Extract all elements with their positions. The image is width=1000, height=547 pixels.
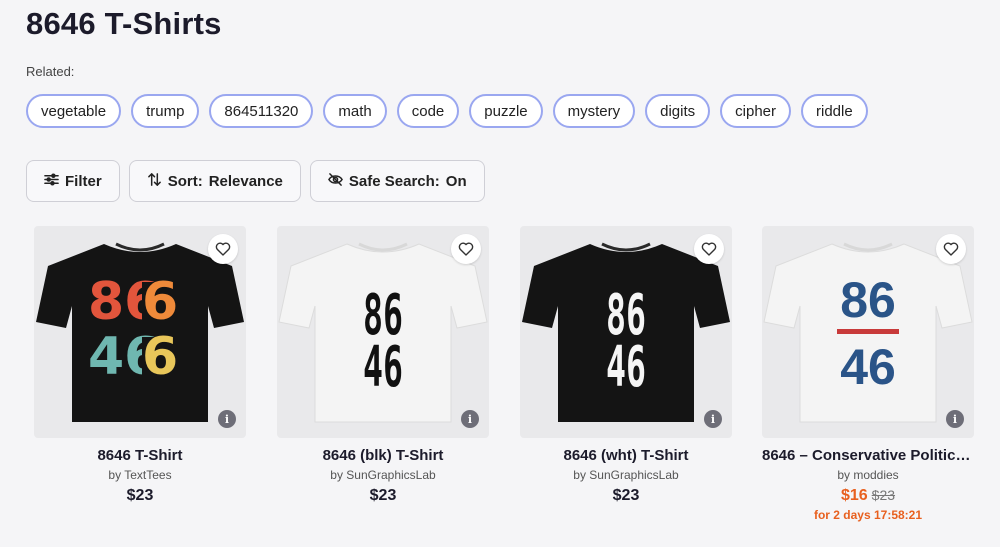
info-icon[interactable]: i xyxy=(946,410,964,428)
design-digit: 46 xyxy=(363,335,403,400)
safe-search-label: Safe Search: xyxy=(348,172,440,190)
design-digit: 46 xyxy=(606,335,646,400)
design-digit: 86 xyxy=(840,272,896,328)
safe-search-button[interactable]: Safe Search: On xyxy=(309,160,485,202)
product-image[interactable]: 86 46 i xyxy=(762,226,974,438)
heart-icon xyxy=(215,242,231,256)
product-artist[interactable]: by TextTees xyxy=(34,468,246,482)
product-artist[interactable]: by SunGraphicsLab xyxy=(520,468,732,482)
product-card[interactable]: 86 46 6 6 i 8646 T-Shirt by TextTees $23 xyxy=(34,226,246,505)
product-price: $16 $23 xyxy=(762,487,974,505)
sort-value: Relevance xyxy=(208,172,283,190)
original-price: $23 xyxy=(871,487,896,503)
svg-text:6: 6 xyxy=(142,327,178,387)
related-tags: vegetable trump 864511320 math code puzz… xyxy=(26,94,868,128)
product-image[interactable]: 86 46 i xyxy=(277,226,489,438)
product-artist[interactable]: by moddies xyxy=(762,468,974,482)
product-price: $23 xyxy=(126,487,154,504)
sort-button[interactable]: Sort: Relevance xyxy=(128,160,301,202)
product-card[interactable]: 86 46 i 8646 (wht) T-Shirt by SunGraphic… xyxy=(520,226,732,505)
related-tag[interactable]: puzzle xyxy=(469,94,543,128)
sort-label: Sort: xyxy=(167,172,203,190)
filter-label: Filter xyxy=(65,172,102,190)
product-title[interactable]: 8646 (wht) T-Shirt xyxy=(520,447,732,464)
product-image[interactable]: 86 46 i xyxy=(520,226,732,438)
product-card[interactable]: 86 46 i 8646 (blk) T-Shirt by SunGraphic… xyxy=(277,226,489,505)
info-icon[interactable]: i xyxy=(704,410,722,428)
product-card[interactable]: 86 46 i 8646 – Conservative Political...… xyxy=(762,226,974,522)
filter-button[interactable]: Filter xyxy=(26,160,120,202)
related-tag[interactable]: cipher xyxy=(720,94,792,128)
related-tag[interactable]: vegetable xyxy=(26,94,122,128)
sort-icon xyxy=(147,172,162,191)
product-title[interactable]: 8646 (blk) T-Shirt xyxy=(277,447,489,464)
heart-icon xyxy=(943,242,959,256)
related-tag[interactable]: mystery xyxy=(552,94,636,128)
info-icon[interactable]: i xyxy=(218,410,236,428)
favorite-button[interactable] xyxy=(936,234,966,264)
product-artist[interactable]: by SunGraphicsLab xyxy=(277,468,489,482)
related-tag[interactable]: code xyxy=(396,94,460,128)
related-tag[interactable]: math xyxy=(323,94,387,128)
favorite-button[interactable] xyxy=(208,234,238,264)
favorite-button[interactable] xyxy=(694,234,724,264)
product-title[interactable]: 8646 T-Shirt xyxy=(34,447,246,464)
filter-icon xyxy=(44,172,59,191)
related-tag[interactable]: digits xyxy=(645,94,711,128)
eye-off-icon xyxy=(327,172,343,191)
heart-icon xyxy=(458,242,474,256)
related-label: Related: xyxy=(26,64,75,79)
product-price: $23 xyxy=(369,487,397,504)
sale-price: $16 xyxy=(840,487,868,504)
favorite-button[interactable] xyxy=(451,234,481,264)
related-tag[interactable]: 864511320 xyxy=(209,94,314,128)
sale-countdown: for 2 days 17:58:21 xyxy=(813,508,923,522)
product-image[interactable]: 86 46 6 6 i xyxy=(34,226,246,438)
safe-search-value: On xyxy=(445,172,467,190)
product-price: $23 xyxy=(612,487,640,504)
page-title: 8646 T-Shirts xyxy=(26,6,222,41)
product-title[interactable]: 8646 – Conservative Political... xyxy=(762,447,974,464)
design-digit: 46 xyxy=(840,339,896,395)
heart-icon xyxy=(701,242,717,256)
related-tag[interactable]: riddle xyxy=(801,94,868,128)
svg-text:6: 6 xyxy=(142,272,178,332)
related-tag[interactable]: trump xyxy=(131,94,200,128)
info-icon[interactable]: i xyxy=(461,410,479,428)
design-stripe xyxy=(837,329,899,334)
search-controls: Filter Sort: Relevance Safe Search: On xyxy=(26,160,485,202)
